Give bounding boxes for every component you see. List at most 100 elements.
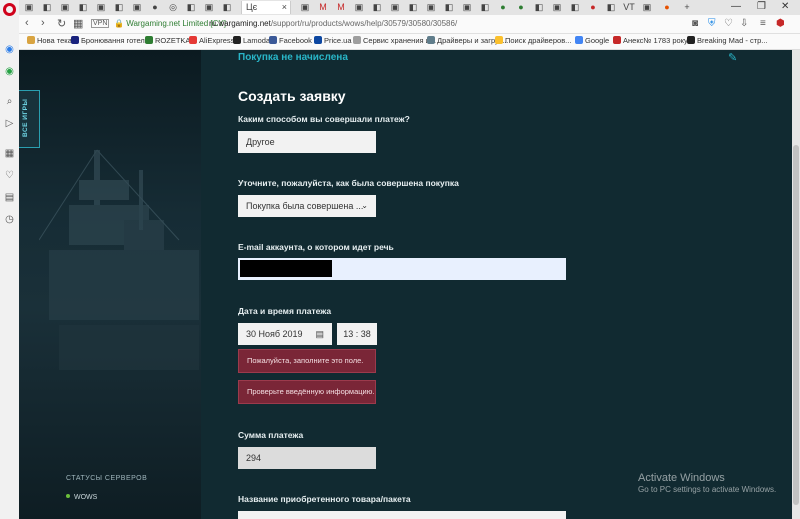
forward-icon[interactable]: ›	[41, 17, 45, 29]
amount-field[interactable]: 294	[238, 447, 376, 469]
tab[interactable]: ▣	[297, 1, 313, 14]
tab[interactable]: ▣	[387, 1, 403, 14]
tab[interactable]: ▣	[57, 1, 73, 14]
camera-icon[interactable]: ◙	[692, 18, 698, 29]
tab[interactable]: ●	[513, 1, 529, 14]
tab[interactable]: ◧	[39, 1, 55, 14]
drivers-icon	[427, 36, 435, 44]
tab[interactable]: ◧	[567, 1, 583, 14]
bookmark-item[interactable]: Анекс№ 1783 року...	[613, 36, 693, 45]
tab[interactable]: ◧	[405, 1, 421, 14]
bookmark-item[interactable]: Lamoda	[233, 36, 270, 45]
booking-icon	[71, 36, 79, 44]
tab[interactable]: ●	[495, 1, 511, 14]
tab[interactable]: ◧	[477, 1, 493, 14]
tab[interactable]: ◧	[75, 1, 91, 14]
payment-method-select[interactable]: Другое	[238, 131, 376, 153]
tab[interactable]: ▣	[549, 1, 565, 14]
edit-icon[interactable]: ✎	[728, 51, 737, 64]
datetime-label: Дата и время платежа	[238, 306, 332, 316]
search-icon[interactable]: ⌕	[4, 96, 15, 107]
tab[interactable]: ◧	[111, 1, 127, 14]
tab[interactable]: ▣	[93, 1, 109, 14]
watermark-subtitle: Go to PC settings to activate Windows.	[638, 485, 777, 494]
restore-icon[interactable]: ❐	[757, 1, 766, 12]
tab[interactable]: ◧	[369, 1, 385, 14]
page: ВСЕ ИГРЫ СТАТУСЫ СЕРВЕРОВ WOWS Покупка н…	[19, 50, 792, 519]
tab[interactable]: ▣	[21, 1, 37, 14]
tab[interactable]: ●	[585, 1, 601, 14]
menu-icon[interactable]: ≡	[760, 18, 766, 29]
bookmark-item[interactable]: Facebook	[269, 36, 312, 45]
error-message-invalid: Проверьте введённую информацию.	[238, 380, 376, 404]
close-window-icon[interactable]: ✕	[781, 1, 789, 12]
bookmark-item[interactable]: Поиск драйверов...	[495, 36, 571, 45]
tab[interactable]: ◧	[441, 1, 457, 14]
all-games-label: ВСЕ ИГРЫ	[22, 98, 29, 137]
adblock-icon[interactable]: ⬢	[776, 18, 785, 29]
scrollbar-thumb[interactable]	[793, 145, 799, 505]
support-form: Покупка не начислена ✎ Создать заявку Ка…	[201, 50, 792, 519]
history-icon[interactable]: ◷	[4, 214, 15, 225]
server-status-item[interactable]: WOWS	[66, 494, 97, 501]
minimize-icon[interactable]: —	[731, 1, 741, 12]
download-icon[interactable]: ⇩	[740, 18, 748, 29]
tab[interactable]: ▣	[459, 1, 475, 14]
tab[interactable]: M	[333, 1, 349, 14]
bookmark-item[interactable]: Нова тека	[27, 36, 72, 45]
date-value: 30 Нояб 2019	[246, 329, 303, 339]
purchase-method-select[interactable]: Покупка была совершена ... ⌄	[238, 195, 376, 217]
new-tab-icon[interactable]: +	[679, 1, 695, 14]
send-icon[interactable]: ▷	[4, 118, 15, 129]
opera-logo-icon[interactable]	[3, 3, 16, 16]
tab[interactable]: ▣	[201, 1, 217, 14]
tab[interactable]: VT	[621, 1, 637, 14]
bookmark-item[interactable]: ROZETKA	[145, 36, 190, 45]
price-icon	[314, 36, 322, 44]
heart-icon[interactable]: ♡	[4, 170, 15, 181]
bookmark-item[interactable]: Breaking Mad - стр...	[687, 36, 768, 45]
tab[interactable]: ◧	[531, 1, 547, 14]
email-field[interactable]	[238, 258, 566, 280]
tab[interactable]: ◧	[603, 1, 619, 14]
url-field[interactable]: ru.wargaming.net/support/ru/products/wow…	[209, 19, 457, 28]
purchase-method-label: Уточните, пожалуйста, как была совершена…	[238, 178, 459, 188]
all-games-tab[interactable]: ВСЕ ИГРЫ	[19, 90, 40, 148]
shield-icon[interactable]: ⛨	[708, 18, 716, 29]
bookmark-item[interactable]: AliExpress	[189, 36, 234, 45]
bookmark-item[interactable]: Google	[575, 36, 609, 45]
reload-icon[interactable]: ↻	[57, 17, 66, 30]
calendar-icon[interactable]: ▤	[315, 323, 324, 345]
tab-active[interactable]: Цє ×	[241, 1, 291, 14]
tab[interactable]: ▣	[423, 1, 439, 14]
bookmark-item[interactable]: Price.ua	[314, 36, 352, 45]
speed-dial-icon[interactable]: ▦	[73, 17, 83, 30]
tab[interactable]: ◧	[183, 1, 199, 14]
time-field[interactable]: 13 : 38	[337, 323, 377, 345]
tab[interactable]: ◎	[165, 1, 181, 14]
tab[interactable]: ●	[659, 1, 675, 14]
heart-icon[interactable]: ♡	[724, 18, 733, 29]
site-sidebar: ВСЕ ИГРЫ СТАТУСЫ СЕРВЕРОВ WOWS	[19, 50, 201, 519]
bookmark-item[interactable]: Сервис хранения и...	[353, 36, 436, 45]
whatsapp-icon[interactable]: ◉	[4, 66, 15, 77]
tab[interactable]: ▣	[129, 1, 145, 14]
date-field[interactable]: 30 Нояб 2019 ▤	[238, 323, 332, 345]
google-icon	[575, 36, 583, 44]
back-icon[interactable]: ‹	[25, 17, 29, 29]
close-tab-icon[interactable]: ×	[282, 1, 287, 14]
vpn-badge[interactable]: VPN	[91, 19, 110, 28]
page-title: Создать заявку	[238, 88, 346, 104]
tab[interactable]: M	[315, 1, 331, 14]
tab[interactable]: ▣	[351, 1, 367, 14]
topic-link[interactable]: Покупка не начислена	[238, 52, 348, 63]
product-field[interactable]	[238, 511, 566, 519]
tab[interactable]: ▣	[639, 1, 655, 14]
speed-dial-icon[interactable]: ▦	[4, 148, 15, 159]
page-scrollbar[interactable]	[792, 50, 800, 519]
tab[interactable]: ●	[147, 1, 163, 14]
tab[interactable]: ◧	[219, 1, 235, 14]
news-icon[interactable]: ▤	[4, 192, 15, 203]
messenger-icon[interactable]: ◉	[4, 44, 15, 55]
bookmark-item[interactable]: Бронювання готелів	[71, 36, 150, 45]
